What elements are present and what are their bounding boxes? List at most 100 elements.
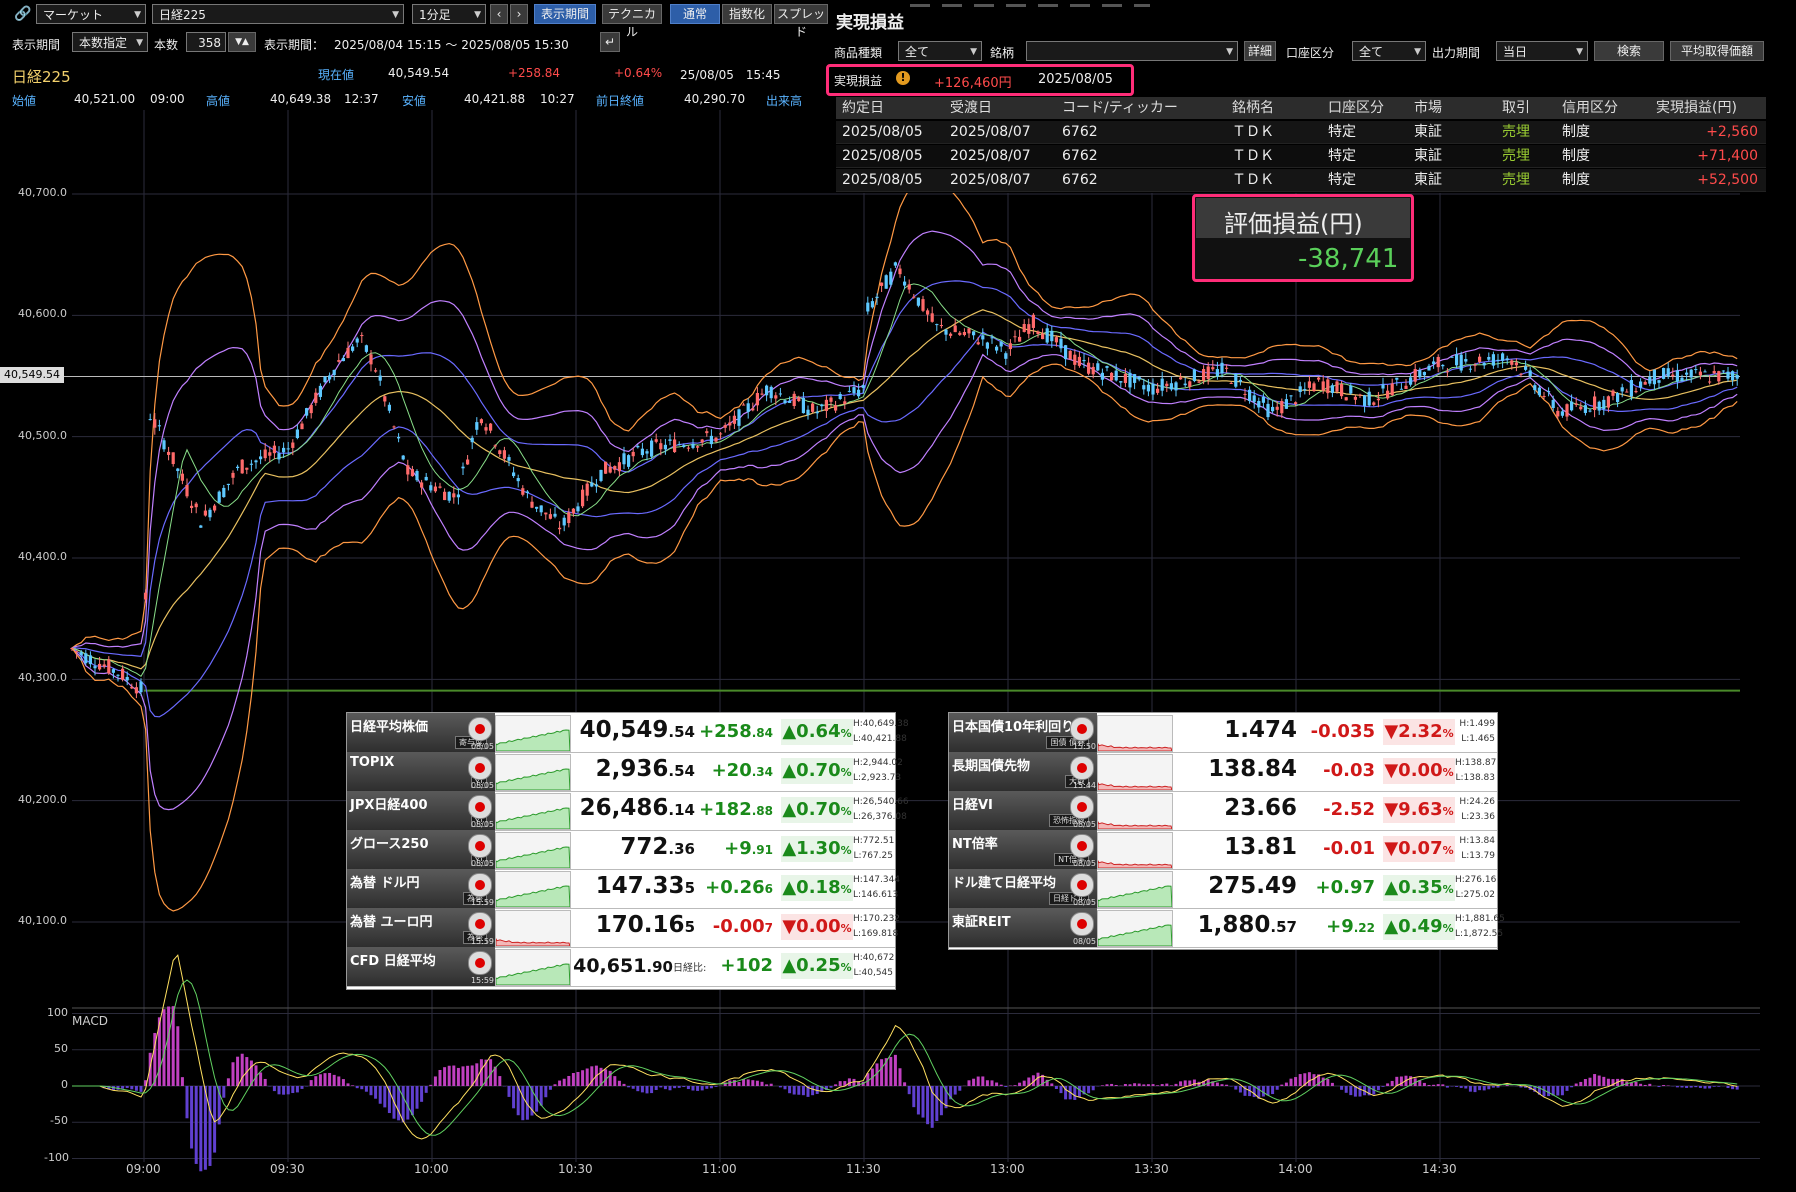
watch-row[interactable]: 日経VI 恐怖指数 08/05 23.66 -2.52 ▼9.63% H:24.26 L:23… [949,791,1497,831]
column-header[interactable]: 受渡日 [950,97,992,119]
watch-high: H:2,944.02 [853,758,903,768]
table-row[interactable]: 2025/08/05 2025/08/07 6762 ＴＤＫ 特定 東証 売埋 制度 +2,56… [836,121,1766,144]
watch-row[interactable]: 日経平均株価 寄与度 08/05 40,549.54 +258.84 ▲0.64% H:40… [347,713,909,753]
candle-body [1390,383,1394,396]
watch-high: H:13.84 [1459,836,1495,846]
watch-row[interactable]: 東証REIT 08/05 1,880.57 +9.22 ▲0.49% H:1,881.65… [949,908,1505,948]
watch-row[interactable]: NT倍率 NT倍率 08/05 13.81 -0.01 ▼0.07% H:13.84 L:13… [949,830,1497,870]
candle-body [801,398,805,414]
macd-tick: -50 [50,1114,68,1128]
macd-histogram-bar [190,1086,194,1149]
average-cost-button[interactable]: 平均取得価額 [1670,41,1764,61]
macd-histogram-bar [788,1086,792,1094]
account-value: 全て [1359,45,1384,59]
column-header[interactable]: コード/ティッカー [1062,97,1178,119]
candle-body [433,486,437,492]
table-row[interactable]: 2025/08/05 2025/08/07 6762 ＴＤＫ 特定 東証 売埋 制度 +71,4… [836,145,1766,168]
macd-histogram-bar [585,1068,589,1086]
macd-histogram-bar [1036,1072,1040,1086]
table-cell: 6762 [1062,124,1098,140]
watch-high: H:772.51 [853,836,895,846]
macd-histogram-bar [282,1086,286,1095]
column-header[interactable]: 銘柄名 [1232,97,1274,119]
candle-body [461,466,465,469]
candle-body [1537,387,1541,396]
macd-histogram-bar [751,1080,755,1086]
candle-body [1238,379,1242,382]
macd-histogram-bar [801,1086,805,1096]
product-select[interactable]: 全て ▼ [898,41,982,61]
candle-body [305,408,309,416]
candle-body [732,415,736,424]
candle-body [571,508,575,514]
macd-histogram-bar [461,1066,465,1086]
candle-body [1156,388,1160,393]
macd-histogram-bar [134,1086,138,1091]
candle-body [263,449,267,459]
candle-body [1077,356,1081,366]
column-header[interactable]: 口座区分 [1328,97,1384,119]
account-select[interactable]: 全て ▼ [1352,41,1426,61]
column-header[interactable]: 信用区分 [1562,97,1618,119]
macd-histogram-bar [1708,1086,1712,1089]
candle-body [760,393,764,395]
detail-button[interactable]: 詳細 [1244,41,1276,61]
summary-label: 実現損益 [834,74,883,88]
watch-row[interactable]: TOPIX Y! 08/05 2,936.54 +20.34 ▲0.70% H:2,944.… [347,752,903,792]
macd-histogram-bar [907,1086,911,1095]
watch-row[interactable]: ドル建て日経平均 日経ドル 08/05 275.49 +0.97 ▲0.35% H:276.… [949,869,1497,909]
candle-body [755,392,759,406]
watch-row[interactable]: 長期国債先物 大取 15:44 138.84 -0.03 ▼0.00% H:138.87 L:… [949,752,1497,792]
macd-histogram-bar [1004,1086,1008,1087]
macd-histogram-bar [1482,1086,1486,1091]
watch-name: ドル建て日経平均 [952,876,1057,891]
watch-row[interactable]: 為替 ドル円 為替 15:59 147.335 +0.266 ▲0.18% H:147.34… [347,869,900,909]
candle-body [857,389,861,397]
candle-body [1404,385,1408,390]
panel-tab-strip [910,4,1150,7]
flag-icon [468,795,492,819]
candle-body [884,275,888,289]
output-select[interactable]: 当日 ▼ [1496,41,1588,61]
macd-histogram-bar [576,1071,580,1086]
watch-name-cell: 日本国債10年利回り 国債 債券 15:50 [949,713,1097,752]
watch-row[interactable]: JPX日経400 Y! 08/05 26,486.14 +182.88 ▲0.70% H:2… [347,791,909,831]
macd-histogram-bar [967,1080,971,1086]
watch-row[interactable]: 為替 ユーロ円 為替 15:59 170.165 -0.007 ▼0.00% H:170.2… [347,908,900,948]
candle-body [489,423,493,431]
macd-histogram-bar [291,1086,295,1094]
macd-histogram-bar [567,1075,571,1086]
watch-row[interactable]: グロース250 Y! 08/05 772.36 +9.91 ▲1.30% H:772.51 L… [347,830,895,870]
macd-histogram-bar [1478,1086,1482,1091]
candle-body [360,335,364,337]
search-button[interactable]: 検索 [1594,41,1664,61]
column-header[interactable]: 市場 [1414,97,1442,119]
candle-body [1560,411,1564,416]
issue-input[interactable]: ▼ [1026,41,1238,61]
macd-histogram-bar [1018,1082,1022,1086]
candle-body [1344,397,1348,401]
candle-body [907,284,911,290]
macd-histogram-bar [1455,1086,1459,1087]
candle-body [1501,353,1505,361]
candle-body [199,525,203,528]
column-header[interactable]: 実現損益(円) [1656,97,1737,119]
candle-body [1680,377,1684,382]
column-header[interactable]: 取引 [1502,97,1530,119]
candle-body [420,482,424,488]
candle-body [1206,366,1210,380]
macd-histogram-bar [1717,1086,1721,1087]
candle-body [1261,396,1265,403]
table-row[interactable]: 2025/08/05 2025/08/07 6762 ＴＤＫ 特定 東証 売埋 制度 +52,5… [836,169,1766,192]
macd-histogram-bar [415,1086,419,1109]
watch-row[interactable]: 日本国債10年利回り 国債 債券 15:50 1.474 -0.035 ▼2.32% H:1… [949,713,1497,753]
candle-body [1027,324,1031,334]
macd-histogram-bar [1427,1084,1431,1086]
candle-body [116,674,120,676]
watch-row[interactable]: CFD 日経平均 15:59 40,651.90 日経比: +102 ▲0.25% H:40… [347,947,895,987]
watch-value: 138.84 [1208,756,1297,782]
macd-histogram-bar [682,1086,686,1087]
column-header[interactable]: 約定日 [842,97,884,119]
table-cell: ＴＤＫ [1232,172,1274,188]
watch-name-cell: CFD 日経平均 15:59 [347,947,495,986]
